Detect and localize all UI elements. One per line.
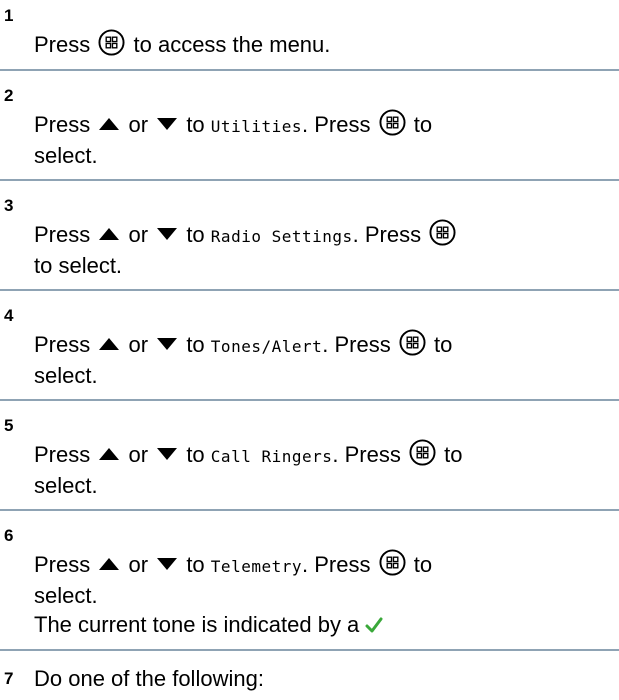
step-number: 4 — [4, 306, 14, 325]
step-text: Press or to Telemetry. Press to select. … — [34, 549, 609, 639]
down-arrow-icon — [157, 118, 178, 131]
menu-item-name: Utilities — [210, 117, 302, 136]
menu-ok-button-icon — [399, 329, 426, 356]
step-number: 6 — [4, 526, 14, 545]
divider — [0, 289, 619, 291]
step-text: Do one of the following: — [34, 666, 264, 691]
up-arrow-icon — [99, 558, 120, 571]
divider — [0, 399, 619, 401]
down-arrow-icon — [157, 448, 178, 461]
step-text: Press or to Utilities. Press to select. — [34, 109, 609, 170]
menu-ok-button-icon — [409, 439, 436, 466]
menu-ok-button-icon — [379, 549, 406, 576]
step-number: 5 — [4, 416, 14, 435]
step-text: Press or to Call Ringers. Press to selec… — [34, 439, 609, 500]
menu-item-name: Tones/Alert — [210, 337, 323, 356]
step-number: 1 — [4, 6, 14, 25]
divider — [0, 179, 619, 181]
down-arrow-icon — [157, 338, 178, 351]
step-text: Press or to Radio Settings. Press to sel… — [34, 219, 609, 280]
menu-ok-button-icon — [429, 219, 456, 246]
step-number: 3 — [4, 196, 14, 215]
up-arrow-icon — [99, 118, 120, 131]
menu-ok-button-icon — [379, 109, 406, 136]
up-arrow-icon — [99, 338, 120, 351]
menu-item-name: Telemetry — [210, 557, 302, 576]
step-number: 2 — [4, 86, 14, 105]
divider — [0, 649, 619, 651]
step-text: Press or to Tones/Alert. Press to select… — [34, 329, 609, 390]
menu-item-name: Radio Settings — [210, 227, 353, 246]
step-text: Press to access the menu. — [34, 29, 609, 60]
menu-item-name: Call Ringers — [210, 447, 333, 466]
down-arrow-icon — [157, 228, 178, 241]
down-arrow-icon — [157, 558, 178, 571]
up-arrow-icon — [99, 228, 120, 241]
divider — [0, 69, 619, 71]
divider — [0, 509, 619, 511]
checkmark-icon — [365, 617, 383, 633]
menu-ok-button-icon — [98, 29, 125, 56]
up-arrow-icon — [99, 448, 120, 461]
step-number: 7 — [4, 669, 14, 688]
